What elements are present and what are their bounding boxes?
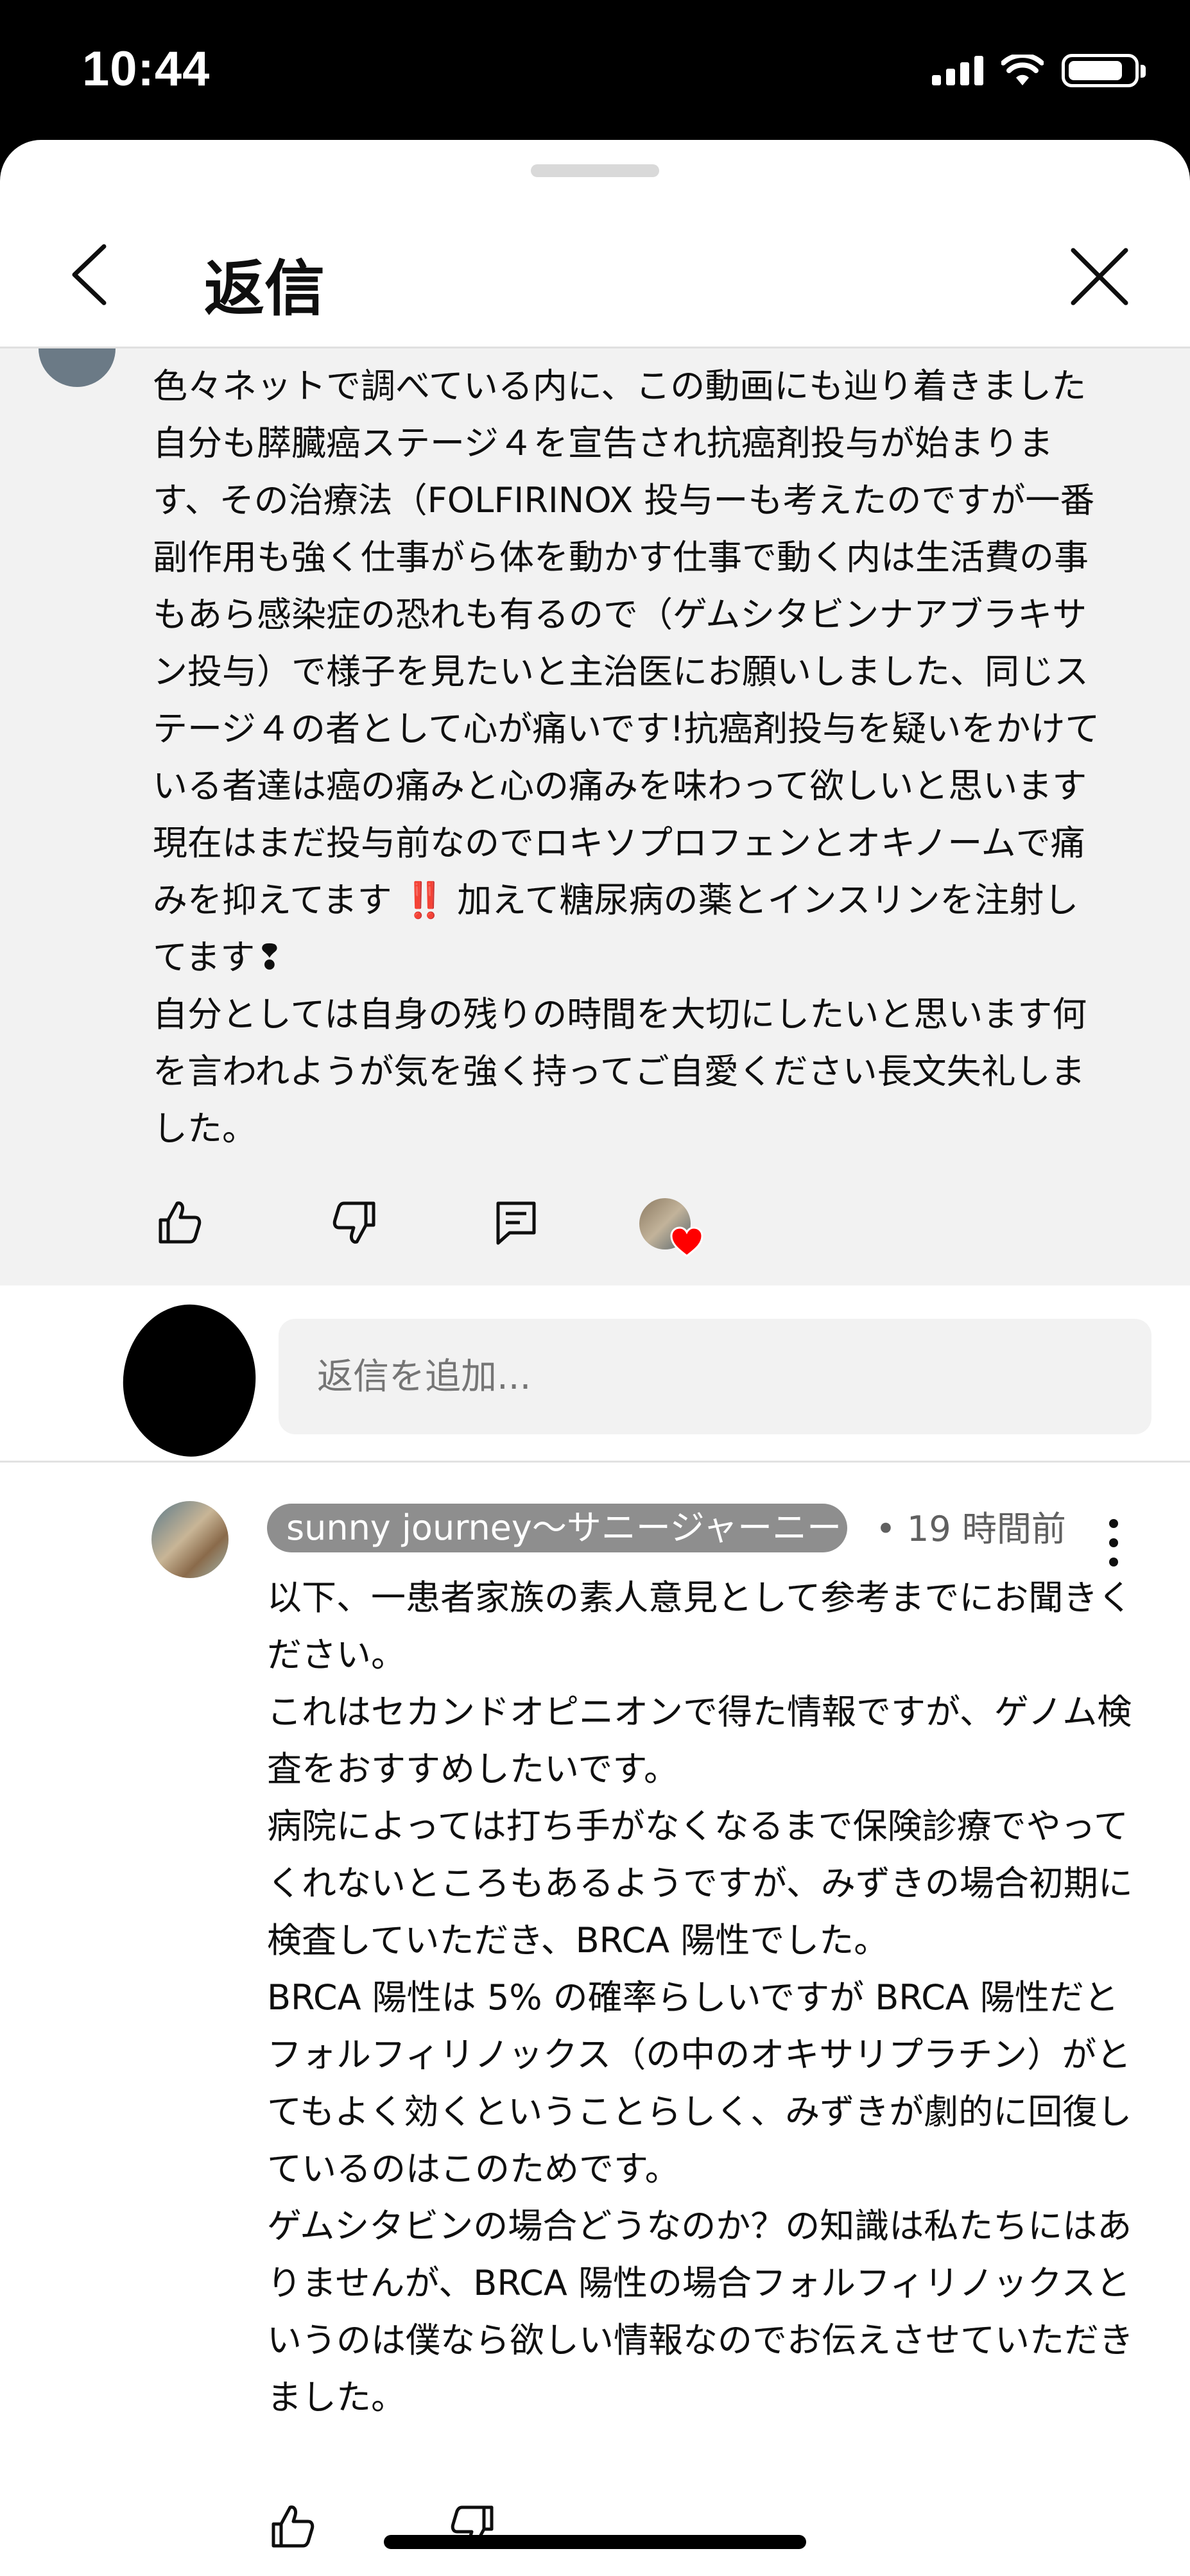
user-avatar	[113, 1296, 266, 1465]
replies-sheet: 返信 色々ネットで調べている内に、この動画にも辿り着きました自分も膵臓癌ステージ…	[0, 140, 1190, 2576]
wifi-icon	[1001, 55, 1044, 85]
status-icons	[932, 54, 1146, 87]
heart-icon	[670, 1226, 703, 1257]
parent-comment: 色々ネットで調べている内に、この動画にも辿り着きました自分も膵臓癌ステージ４を宣…	[0, 348, 1190, 1285]
reply-timestamp: • 19 時間前	[875, 1509, 1066, 1549]
close-icon[interactable]	[1064, 241, 1135, 312]
sheet-grabber[interactable]	[531, 164, 659, 177]
parent-comment-text: 色々ネットで調べている内に、この動画にも辿り着きました自分も膵臓癌ステージ４を宣…	[153, 366, 1100, 1149]
reply-comment-actions	[267, 2501, 652, 2565]
add-reply-input[interactable]	[279, 1319, 1151, 1434]
add-reply-row	[0, 1285, 1190, 1465]
status-time: 10:44	[82, 42, 211, 96]
cellular-signal-icon	[932, 56, 983, 85]
back-arrow-icon[interactable]	[62, 236, 119, 313]
thumbs-down-icon[interactable]	[329, 1197, 380, 1248]
thumbs-up-icon[interactable]	[154, 1197, 205, 1248]
reply-icon[interactable]	[490, 1197, 542, 1248]
home-indicator[interactable]	[384, 2535, 806, 2549]
thumbs-up-icon[interactable]	[267, 2501, 318, 2552]
reply-comment-text: 以下、一患者家族の素人意見として参考までにお聞きください。 これはセカンドオピニ…	[267, 1577, 1134, 2417]
status-bar: 10:44	[0, 0, 1190, 141]
parent-comment-avatar[interactable]	[39, 348, 116, 387]
parent-comment-actions	[154, 1197, 732, 1261]
more-options-icon[interactable]	[1098, 1514, 1130, 1572]
sheet-header: 返信	[0, 178, 1190, 348]
reply-author-name[interactable]: sunny journey～サニージャーニー	[267, 1504, 847, 1552]
battery-level	[1069, 61, 1123, 80]
battery-icon	[1062, 54, 1146, 87]
page-title: 返信	[204, 254, 325, 324]
reply-comment: sunny journey～サニージャーニー • 19 時間前 以下、一患者家族…	[0, 1463, 1190, 2576]
reply-author-avatar[interactable]	[151, 1501, 229, 1578]
